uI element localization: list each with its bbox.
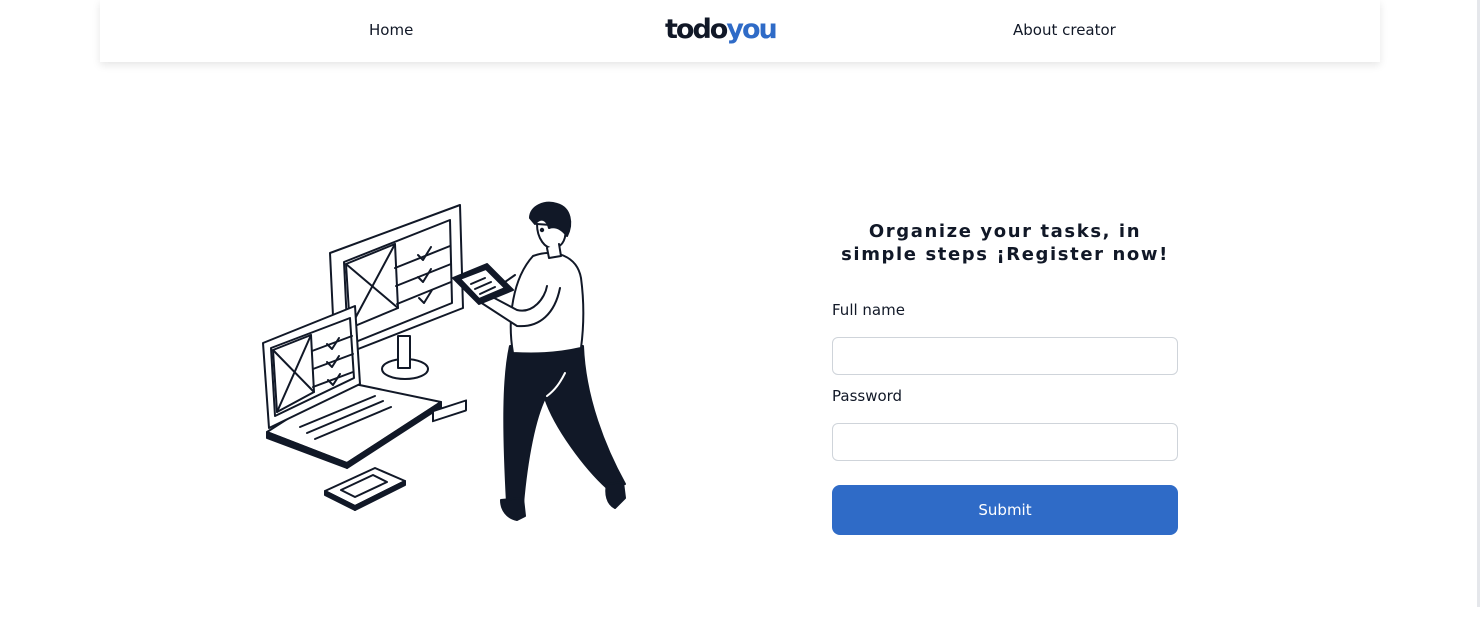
logo-text-todo: todo — [665, 14, 728, 45]
fullname-label: Full name — [832, 301, 905, 319]
person-with-computers-illustration — [262, 152, 626, 521]
logo-text-you: you — [726, 14, 777, 45]
nav-about-creator-link[interactable]: About creator — [1013, 21, 1116, 39]
register-form: Organize your tasks, in simple steps ¡Re… — [832, 220, 1178, 535]
password-input[interactable] — [832, 423, 1178, 461]
hero-illustration — [255, 152, 635, 528]
password-label: Password — [832, 387, 903, 405]
nav-home-link[interactable]: Home — [369, 21, 413, 39]
submit-button[interactable]: Submit — [832, 485, 1178, 535]
form-title: Organize your tasks, in simple steps ¡Re… — [841, 221, 1169, 265]
fullname-input[interactable] — [832, 337, 1178, 375]
brand-logo[interactable]: todoyou — [665, 14, 778, 46]
top-navbar: Home todoyou About creator — [100, 0, 1380, 62]
